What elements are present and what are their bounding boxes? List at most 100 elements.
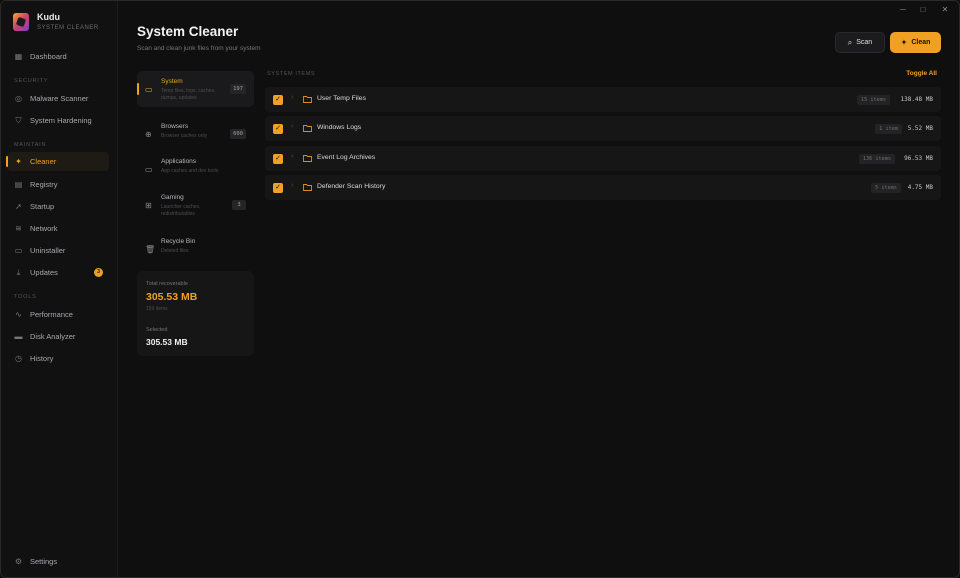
app-subtitle: SYSTEM CLEANER bbox=[37, 25, 99, 31]
trash-icon: 🗑 bbox=[145, 245, 156, 254]
sidebar-item-malware-scanner[interactable]: ◎ Malware Scanner bbox=[7, 89, 109, 108]
items-header: SYSTEM ITEMS bbox=[267, 71, 316, 77]
sidebar-item-system-hardening[interactable]: ⛉ System Hardening bbox=[7, 111, 109, 130]
sidebar-item-settings[interactable]: ⚙ Settings bbox=[7, 552, 109, 571]
category-desc: Deleted files bbox=[161, 248, 189, 254]
section-tools: TOOLS bbox=[14, 294, 37, 300]
item-size: 96.53 MB bbox=[904, 155, 933, 162]
activity-icon: ∿ bbox=[15, 310, 22, 319]
item-name: Event Log Archives bbox=[317, 154, 376, 161]
hard-drive-icon: ▬ bbox=[14, 332, 23, 341]
sidebar-item-network[interactable]: ≋ Network bbox=[7, 219, 109, 238]
search-icon: ⌕ bbox=[847, 37, 853, 47]
item-checkbox[interactable]: ✓ bbox=[273, 154, 283, 164]
item-checkbox[interactable]: ✓ bbox=[273, 95, 283, 105]
category-desc: App caches and dev tools bbox=[161, 168, 219, 174]
section-maintain: MAINTAIN bbox=[14, 142, 47, 148]
item-checkbox[interactable]: ✓ bbox=[273, 183, 283, 193]
category-desc: Browser caches only bbox=[161, 133, 208, 139]
sidebar-item-label: Updates bbox=[30, 268, 58, 277]
maximize-button[interactable]: □ bbox=[916, 5, 930, 14]
item-name: User Temp Files bbox=[317, 95, 366, 102]
page-subtitle: Scan and clean junk files from your syst… bbox=[137, 45, 261, 52]
category-title: System bbox=[161, 78, 183, 85]
chevron-right-icon[interactable]: › bbox=[291, 182, 293, 189]
section-security: SECURITY bbox=[14, 78, 49, 84]
rocket-icon: ➚ bbox=[15, 202, 22, 211]
category-system[interactable]: ▭ System Temp files, logs, caches, dumps… bbox=[137, 71, 254, 107]
app-window: ─ □ ✕ Kudu SYSTEM CLEANER ▦ Dashboard SE… bbox=[0, 0, 960, 578]
category-recycle-bin[interactable]: 🗑 Recycle Bin Deleted files bbox=[137, 231, 254, 267]
close-button[interactable]: ✕ bbox=[938, 5, 952, 14]
category-count: 3 bbox=[232, 200, 246, 210]
monitor-icon: ▭ bbox=[145, 85, 153, 94]
folder-icon bbox=[303, 125, 312, 132]
item-count: 5 items bbox=[871, 183, 901, 193]
sidebar-item-cleaner[interactable]: ✦ Cleaner bbox=[6, 152, 109, 171]
category-desc: Launcher caches, redistributables bbox=[161, 204, 201, 217]
total-recoverable-label: Total recoverable bbox=[146, 281, 188, 287]
sidebar-item-label: Performance bbox=[30, 310, 73, 319]
sidebar-item-updates[interactable]: ⤓ Updates 3 bbox=[7, 263, 109, 282]
item-count: 15 items bbox=[857, 95, 890, 105]
download-icon: ⤓ bbox=[16, 268, 21, 277]
clock-icon: ◷ bbox=[15, 354, 22, 363]
sidebar-item-uninstaller[interactable]: ▭ Uninstaller bbox=[7, 241, 109, 260]
category-count: 600 bbox=[230, 129, 246, 139]
category-title: Gaming bbox=[161, 194, 184, 201]
app-logo bbox=[13, 13, 29, 31]
item-size: 5.52 MB bbox=[907, 125, 933, 132]
total-items: 159 items bbox=[146, 306, 168, 312]
category-title: Recycle Bin bbox=[161, 238, 196, 245]
category-browsers[interactable]: ⊕ Browsers Browser caches only 600 bbox=[137, 116, 254, 152]
clean-button[interactable]: ✦ Clean bbox=[890, 32, 941, 53]
minimize-button[interactable]: ─ bbox=[896, 5, 910, 14]
item-name: Defender Scan History bbox=[317, 183, 386, 190]
sparkle-icon: ✦ bbox=[15, 157, 22, 166]
list-item[interactable]: ✓ › User Temp Files 15 items 138.48 MB bbox=[265, 87, 941, 112]
sidebar-item-disk-analyzer[interactable]: ▬ Disk Analyzer bbox=[7, 327, 109, 346]
sidebar-item-label: History bbox=[30, 354, 54, 363]
scan-button-label: Scan bbox=[856, 39, 873, 46]
wifi-icon: ≋ bbox=[15, 224, 22, 233]
app-name: Kudu bbox=[37, 12, 60, 22]
toggle-all-link[interactable]: Toggle All bbox=[906, 70, 937, 77]
list-item[interactable]: ✓ › Windows Logs 1 item 5.52 MB bbox=[265, 116, 941, 141]
list-item[interactable]: ✓ › Defender Scan History 5 items 4.75 M… bbox=[265, 175, 941, 200]
sidebar-item-label: Startup bbox=[30, 202, 55, 211]
sidebar-item-startup[interactable]: ➚ Startup bbox=[7, 197, 109, 216]
sidebar-item-label: Dashboard bbox=[30, 52, 67, 61]
brand: Kudu SYSTEM CLEANER bbox=[13, 12, 99, 32]
folder-icon bbox=[303, 96, 312, 103]
sidebar-item-label: Registry bbox=[30, 180, 58, 189]
sparkle-icon: ✦ bbox=[900, 38, 908, 47]
category-title: Browsers bbox=[161, 123, 189, 130]
sidebar-item-label: Cleaner bbox=[30, 157, 57, 166]
selected-value: 305.53 MB bbox=[146, 337, 188, 347]
item-checkbox[interactable]: ✓ bbox=[273, 124, 283, 134]
folder-icon bbox=[303, 184, 312, 191]
item-name: Windows Logs bbox=[317, 124, 362, 131]
shield-icon: ⛉ bbox=[15, 116, 22, 125]
chevron-right-icon[interactable]: › bbox=[291, 94, 293, 101]
summary-card: Total recoverable 305.53 MB 159 items Se… bbox=[137, 271, 254, 356]
item-count: 136 items bbox=[858, 154, 895, 164]
total-recoverable-value: 305.53 MB bbox=[146, 291, 198, 303]
globe-icon: ⊕ bbox=[145, 130, 152, 139]
sidebar-item-dashboard[interactable]: ▦ Dashboard bbox=[7, 47, 109, 66]
list-item[interactable]: ✓ › Event Log Archives 136 items 96.53 M… bbox=[265, 146, 941, 171]
sidebar-item-performance[interactable]: ∿ Performance bbox=[7, 305, 109, 324]
clean-button-label: Clean bbox=[911, 39, 931, 46]
sidebar-item-history[interactable]: ◷ History bbox=[7, 349, 109, 368]
page-title: System Cleaner bbox=[137, 24, 239, 39]
chevron-right-icon[interactable]: › bbox=[291, 123, 293, 130]
trash-icon: ▭ bbox=[14, 246, 23, 255]
category-applications[interactable]: ▭ Applications App caches and dev tools bbox=[137, 151, 254, 187]
dashboard-icon: ▦ bbox=[14, 52, 23, 61]
chevron-right-icon[interactable]: › bbox=[291, 153, 293, 160]
sidebar-item-label: Disk Analyzer bbox=[30, 332, 76, 341]
category-gaming[interactable]: ⊞ Gaming Launcher caches, redistributabl… bbox=[137, 187, 254, 223]
sidebar-item-label: Malware Scanner bbox=[30, 94, 89, 103]
scan-button[interactable]: ⌕ Scan bbox=[835, 32, 885, 53]
sidebar-item-registry[interactable]: ▤ Registry bbox=[7, 175, 109, 194]
